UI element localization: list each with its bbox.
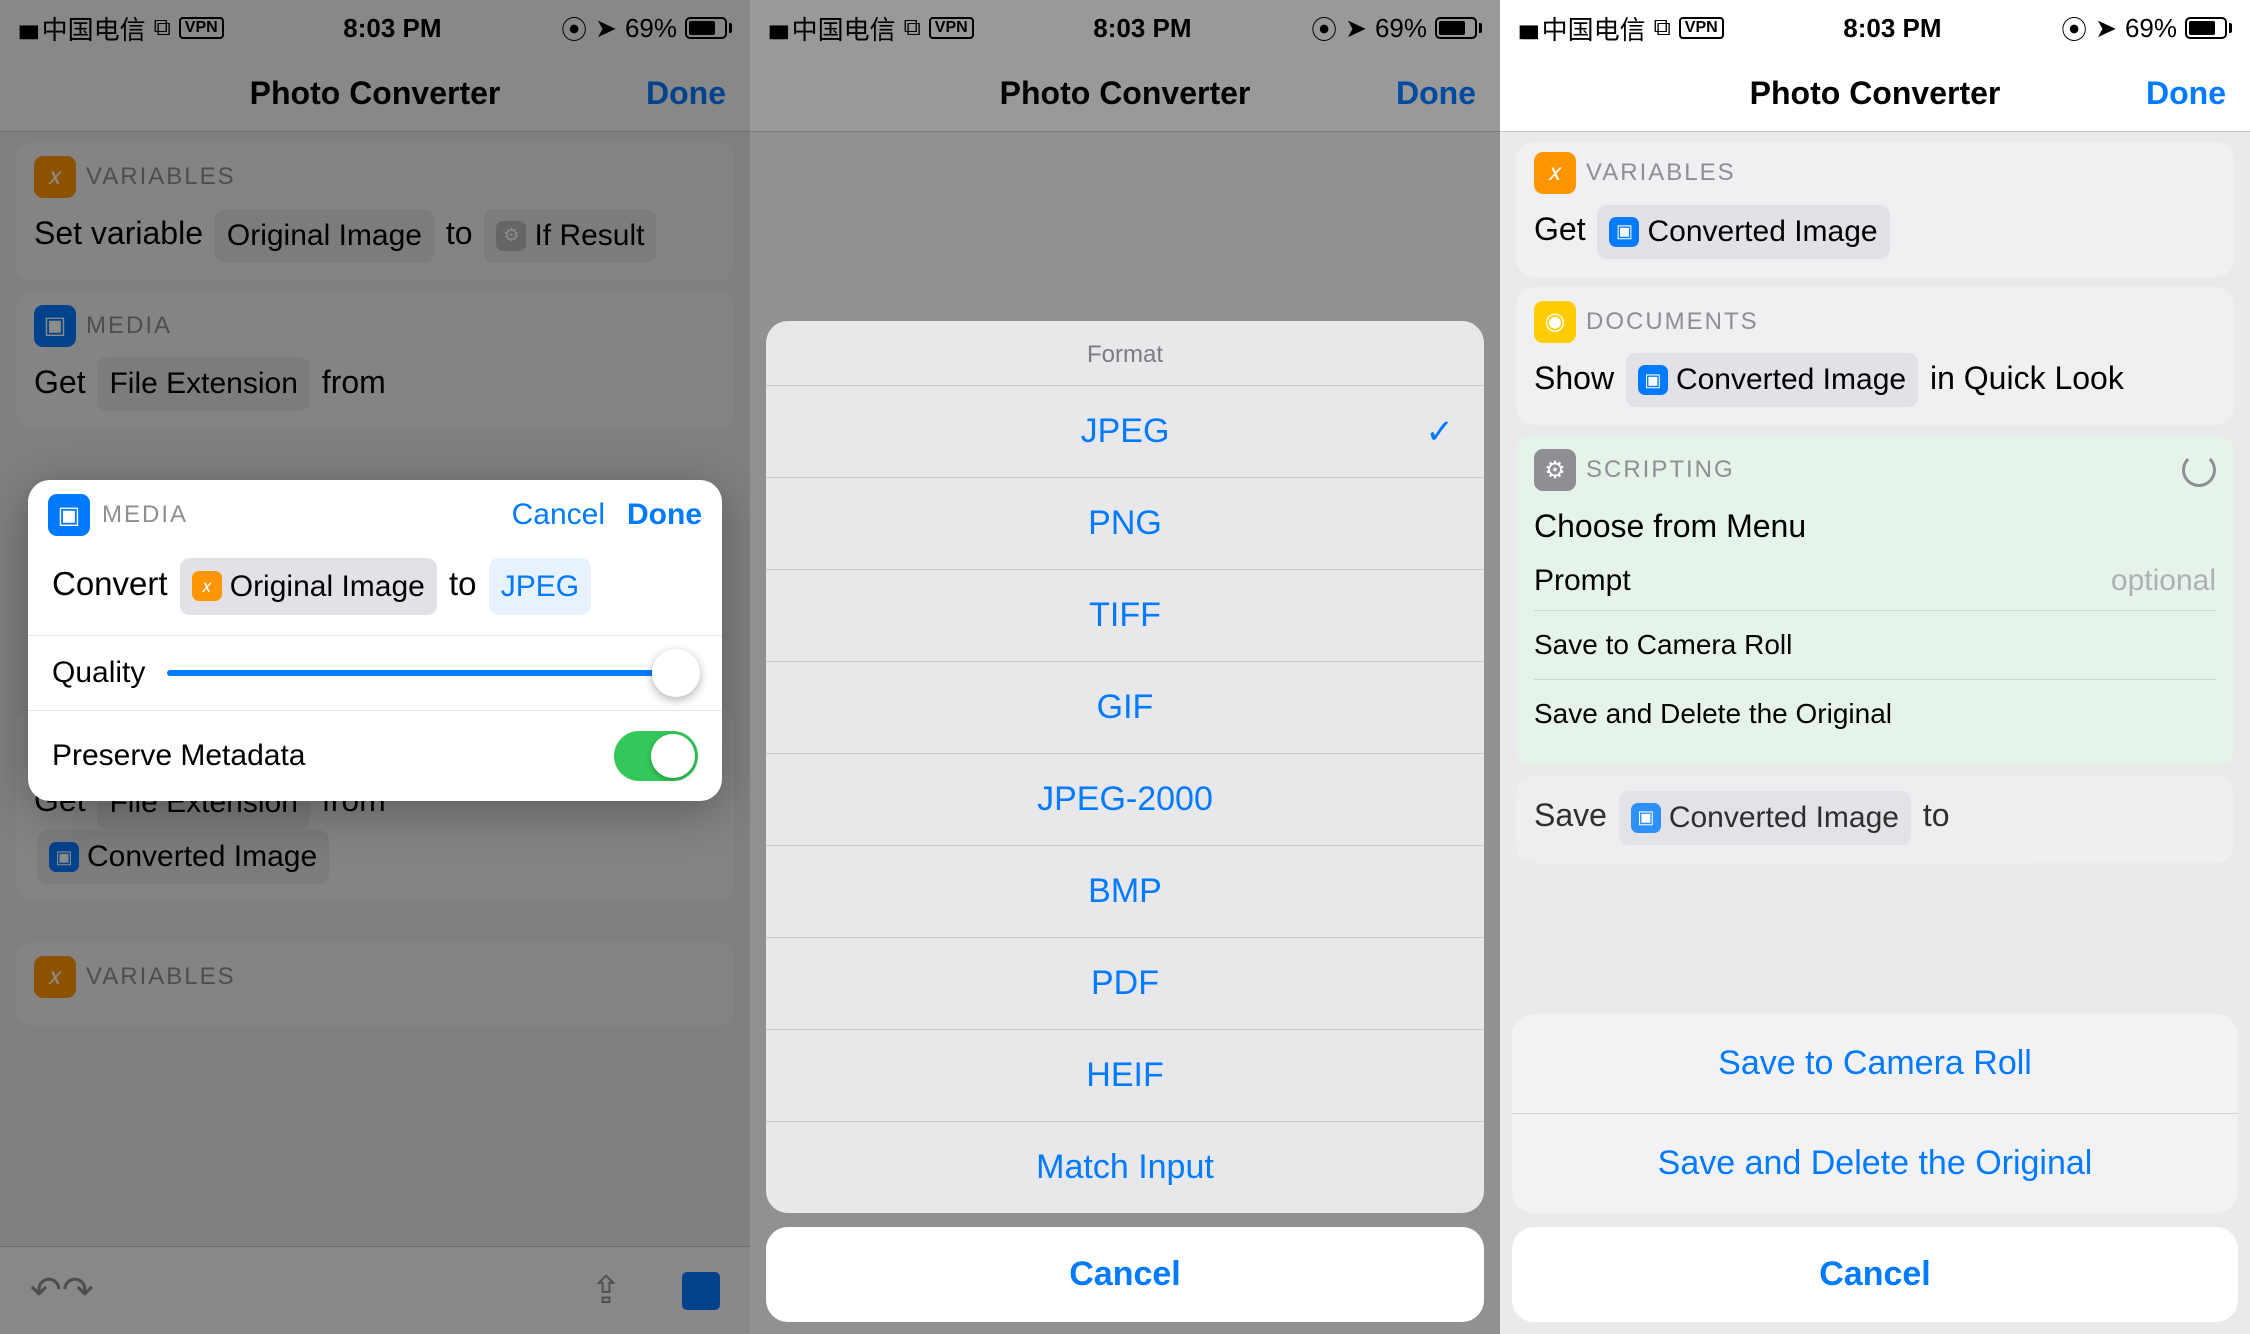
wifi-icon: ⧉	[154, 14, 171, 42]
page-title: Photo Converter	[250, 75, 501, 112]
spinner-icon	[2182, 453, 2216, 487]
variable-icon: 𝑥	[34, 156, 76, 198]
carrier-label: 中国电信	[42, 10, 146, 47]
file-ext-chip[interactable]: File Extension	[97, 357, 309, 411]
preserve-metadata-switch[interactable]	[614, 731, 698, 781]
original-image-chip[interactable]: 𝑥Original Image	[180, 558, 437, 615]
scripting-icon: ⚙	[1534, 449, 1576, 491]
converted-image-chip[interactable]: ▣Converted Image	[1597, 205, 1889, 259]
variables-card-2: 𝑥 VARIABLES	[16, 942, 734, 1026]
documents-card: ◉ DOCUMENTS Show ▣Converted Image in Qui…	[1516, 287, 2234, 426]
format-chip[interactable]: JPEG	[489, 558, 591, 615]
quality-slider[interactable]	[167, 670, 698, 676]
cancel-button[interactable]: Cancel	[512, 498, 605, 532]
bottom-toolbar: ↶ ↷ ⇪	[0, 1246, 750, 1334]
nav-header: Photo Converter Done	[1500, 56, 2250, 132]
vpn-badge: VPN	[179, 17, 224, 39]
alarm-icon: ⦿	[561, 10, 587, 47]
section-variables: VARIABLES	[86, 163, 236, 191]
cancel-button[interactable]: Cancel	[1512, 1227, 2238, 1322]
done-button[interactable]: Done	[627, 498, 702, 532]
wifi-icon: ⧉	[1654, 14, 1671, 42]
format-option-gif[interactable]: GIF	[766, 661, 1484, 753]
format-option-jpeg2000[interactable]: JPEG-2000	[766, 753, 1484, 845]
share-icon[interactable]: ⇪	[590, 1268, 622, 1313]
signal-icon	[18, 13, 34, 44]
done-button[interactable]: Done	[646, 75, 726, 112]
variable-icon: 𝑥	[1534, 152, 1576, 194]
menu-item-save-delete[interactable]: Save and Delete the Original	[1534, 679, 2216, 748]
scripting-card: ⚙ SCRIPTING Choose from Menu Prompt opti…	[1516, 435, 2234, 766]
converted-image-chip[interactable]: ▣Converted Image	[37, 830, 329, 884]
format-option-png[interactable]: PNG	[766, 477, 1484, 569]
location-icon: ➤	[595, 13, 617, 44]
converted-image-chip[interactable]: ▣Converted Image	[1626, 353, 1918, 407]
format-option-heif[interactable]: HEIF	[766, 1029, 1484, 1121]
sheet-save-roll[interactable]: Save to Camera Roll	[1512, 1014, 2238, 1113]
variables-card: 𝑥 VARIABLES Set variable Original Image …	[16, 142, 734, 281]
documents-icon: ◉	[1534, 301, 1576, 343]
variable-chip[interactable]: Original Image	[215, 209, 434, 263]
battery-pct: 69%	[625, 13, 677, 44]
menu-action-sheet: Save to Camera Roll Save and Delete the …	[1512, 1014, 2238, 1322]
save-card: Save ▣Converted Image to	[1516, 776, 2234, 863]
format-sheet: Format JPEG PNG TIFF GIF JPEG-2000 BMP P…	[766, 321, 1484, 1322]
redo-icon[interactable]: ↷	[62, 1268, 94, 1313]
get-variable-card: 𝑥 VARIABLES Get ▣Converted Image	[1516, 142, 2234, 277]
time-label: 8:03 PM	[343, 13, 441, 44]
media-icon: ▣	[48, 494, 90, 536]
format-option-match-input[interactable]: Match Input	[766, 1121, 1484, 1213]
format-option-pdf[interactable]: PDF	[766, 937, 1484, 1029]
menu-item-save[interactable]: Save to Camera Roll	[1534, 610, 2216, 679]
variable-icon: 𝑥	[34, 956, 76, 998]
format-option-tiff[interactable]: TIFF	[766, 569, 1484, 661]
signal-icon	[1518, 13, 1534, 44]
format-option-bmp[interactable]: BMP	[766, 845, 1484, 937]
done-button[interactable]: Done	[2146, 75, 2226, 112]
if-result-chip[interactable]: ⚙If Result	[484, 209, 656, 263]
prompt-input[interactable]: optional	[2111, 564, 2216, 598]
media-card-1: ▣ MEDIA Get File Extension from	[16, 291, 734, 430]
stop-button[interactable]	[682, 1272, 720, 1310]
cancel-button[interactable]: Cancel	[766, 1227, 1484, 1322]
status-bar: 中国电信 ⧉ VPN 8:03 PM ⦿ ➤ 69%	[1500, 0, 2250, 56]
sheet-title: Format	[766, 321, 1484, 385]
battery-icon	[685, 17, 732, 39]
convert-popup: ▣ MEDIA Cancel Done Convert 𝑥Original Im…	[28, 480, 722, 801]
preserve-metadata-row: Preserve Metadata	[28, 710, 722, 801]
sheet-save-delete[interactable]: Save and Delete the Original	[1512, 1113, 2238, 1213]
status-bar: 中国电信 ⧉ VPN 8:03 PM ⦿ ➤ 69%	[0, 0, 750, 56]
format-option-jpeg[interactable]: JPEG	[766, 385, 1484, 477]
undo-icon[interactable]: ↶	[30, 1268, 62, 1313]
quality-row: Quality	[28, 635, 722, 710]
media-icon: ▣	[34, 305, 76, 347]
nav-header: Photo Converter Done	[0, 56, 750, 132]
